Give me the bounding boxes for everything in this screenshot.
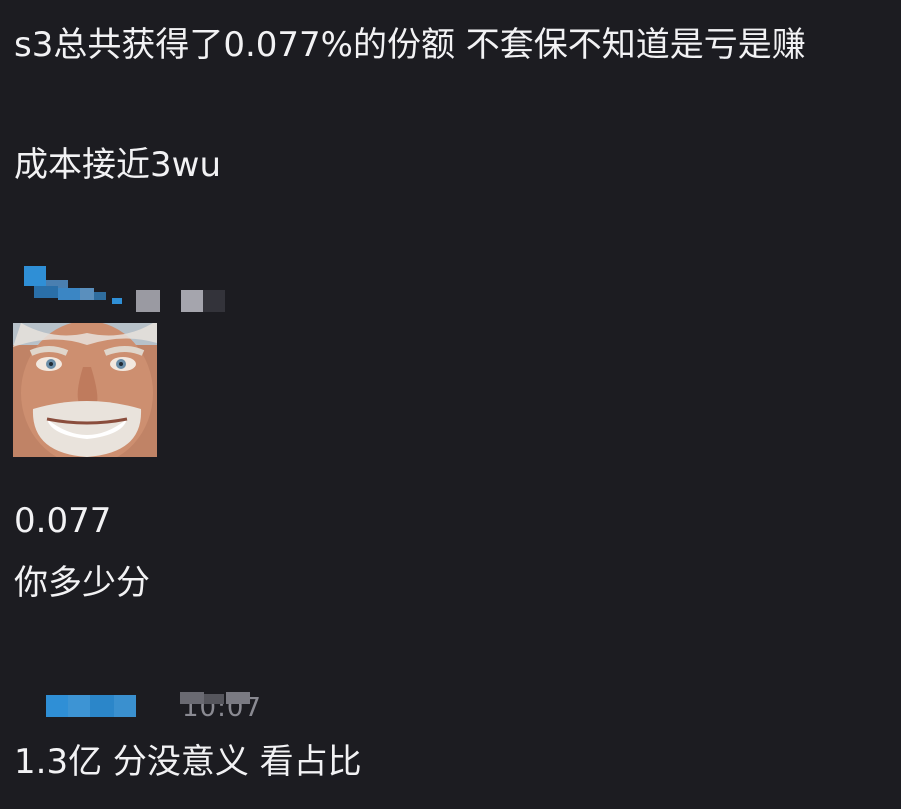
censored-username[interactable] <box>46 695 138 717</box>
timestamp-censor-overlay <box>180 692 252 704</box>
message-text: 1.3亿 分没意义 看占比 <box>14 742 362 782</box>
face-image <box>13 323 157 457</box>
message-text: s3总共获得了0.077%的份额 不套保不知道是亏是赚 <box>14 25 806 65</box>
message-text: 0.077 你多少分 <box>14 501 150 603</box>
censored-username[interactable] <box>24 266 229 312</box>
avatar-photo <box>13 323 157 457</box>
message-text: 成本接近3wu <box>14 145 221 185</box>
